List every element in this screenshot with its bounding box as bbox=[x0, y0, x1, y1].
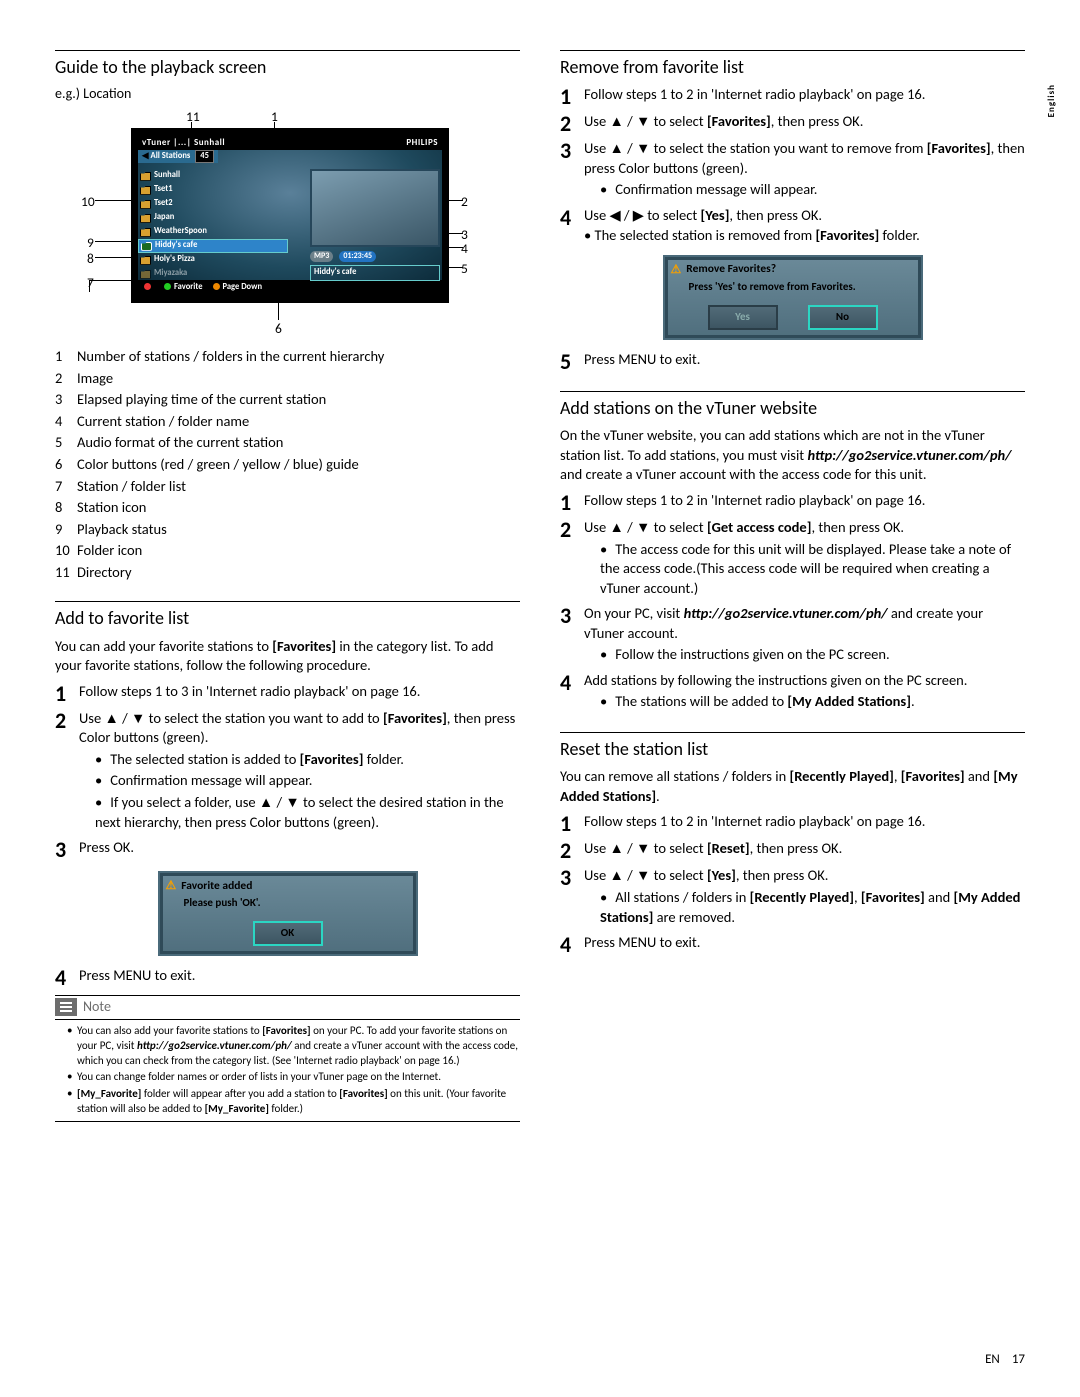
preview-image bbox=[310, 169, 440, 247]
favorite-added-dialog: ⚠Favorite added Please push 'OK'. OK bbox=[158, 871, 418, 956]
heading-vtuner: Add stations on the vTuner website bbox=[560, 391, 1025, 420]
heading-add-favorite: Add to favorite list bbox=[55, 601, 520, 630]
note-icon bbox=[55, 998, 77, 1016]
breadcrumb: vTuner |...| Sunhall bbox=[142, 137, 225, 149]
add-intro: You can add your favorite stations to [F… bbox=[55, 637, 520, 676]
vt-step-4: Add stations by following the instructio… bbox=[584, 671, 1025, 714]
add-step-2: Use ▲ / ▼ to select the station you want… bbox=[79, 709, 520, 834]
diagram-legend: 1Number of stations / folders in the cur… bbox=[55, 346, 390, 583]
ok-button[interactable]: OK bbox=[253, 921, 323, 946]
note-header: Note bbox=[55, 995, 520, 1020]
reset-step-2: Use ▲ / ▼ to select [Reset], then press … bbox=[584, 839, 1025, 862]
warning-icon: ⚠ bbox=[166, 878, 177, 894]
play-icon bbox=[141, 242, 152, 251]
note-list: You can also add your favorite stations … bbox=[55, 1024, 520, 1117]
heading-remove: Remove from favorite list bbox=[560, 50, 1025, 79]
playback-screen-diagram: 11 1 10 9 8 7 6 2 3 4 5 vTuner |...| Sun… bbox=[81, 108, 520, 336]
reset-step-1: Follow steps 1 to 2 in 'Internet radio p… bbox=[584, 812, 1025, 835]
reset-intro: You can remove all stations / folders in… bbox=[560, 767, 1025, 806]
remove-step-1: Follow steps 1 to 2 in 'Internet radio p… bbox=[584, 85, 1025, 108]
language-tab: English bbox=[1044, 78, 1060, 123]
remove-favorites-dialog: ⚠Remove Favorites? Press 'Yes' to remove… bbox=[663, 255, 923, 340]
remove-step-4: Use ◀ / ▶ to select [Yes], then press OK… bbox=[584, 206, 1025, 245]
vt-step-2: Use ▲ / ▼ to select [Get access code], t… bbox=[584, 518, 1025, 600]
yes-button[interactable]: Yes bbox=[708, 305, 778, 330]
heading-guide: Guide to the playback screen bbox=[55, 50, 520, 79]
add-step-3: Press OK. bbox=[79, 838, 520, 861]
now-playing-name: Hiddy's cafe bbox=[310, 265, 440, 280]
remove-step-3: Use ▲ / ▼ to select the station you want… bbox=[584, 139, 1025, 202]
callout-2: 2 bbox=[461, 193, 468, 211]
callout-4: 4 bbox=[461, 240, 468, 258]
add-step-1: Follow steps 1 to 3 in 'Internet radio p… bbox=[79, 682, 520, 705]
station-count: 45 bbox=[195, 150, 214, 163]
page-footer: EN17 bbox=[985, 1351, 1025, 1369]
no-button[interactable]: No bbox=[808, 305, 878, 330]
subbar-label: All Stations bbox=[151, 151, 191, 162]
tv-mockup: vTuner |...| Sunhall PHILIPS ◀ All Stati… bbox=[131, 128, 449, 303]
reset-step-4: Press MENU to exit. bbox=[584, 933, 1025, 956]
station-list: Sunhall Tset1 Tset2 Japan WeatherSpoon H… bbox=[138, 169, 288, 281]
vt-step-1: Follow steps 1 to 2 in 'Internet radio p… bbox=[584, 491, 1025, 514]
callout-8: 8 bbox=[87, 250, 94, 268]
elapsed-time: 01:23:45 bbox=[339, 251, 376, 262]
remove-step-5: Press MENU to exit. bbox=[584, 350, 1025, 373]
brand-logo: PHILIPS bbox=[406, 137, 438, 149]
vt-step-3: On your PC, visit http://go2service.vtun… bbox=[584, 604, 1025, 667]
add-step-4: Press MENU to exit. bbox=[79, 966, 520, 989]
vtuner-intro: On the vTuner website, you can add stati… bbox=[560, 426, 1025, 485]
heading-reset: Reset the station list bbox=[560, 732, 1025, 761]
callout-11: 11 bbox=[186, 108, 200, 126]
callout-6: 6 bbox=[275, 320, 282, 338]
callout-10: 10 bbox=[81, 193, 95, 211]
warning-icon: ⚠ bbox=[671, 262, 682, 278]
example-label: e.g.) Location bbox=[55, 85, 520, 104]
remove-step-2: Use ▲ / ▼ to select [Favorites], then pr… bbox=[584, 112, 1025, 135]
reset-step-3: Use ▲ / ▼ to select [Yes], then press OK… bbox=[584, 866, 1025, 929]
callout-5: 5 bbox=[461, 260, 468, 278]
format-pill: MP3 bbox=[310, 251, 333, 262]
